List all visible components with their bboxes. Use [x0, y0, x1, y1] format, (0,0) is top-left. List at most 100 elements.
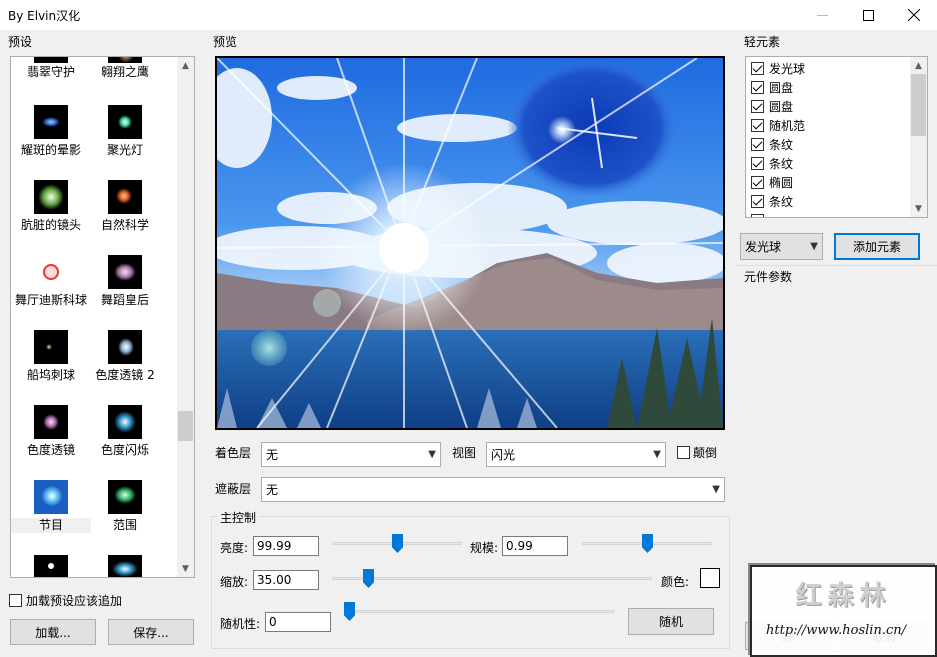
preset-scrollbar[interactable]: ▲ ▼	[177, 57, 194, 577]
save-button[interactable]: 保存...	[108, 619, 194, 645]
preset-item[interactable]: 范围	[85, 480, 165, 533]
presets-label: 预设	[8, 35, 33, 49]
element-checkbox[interactable]	[751, 119, 764, 132]
watermark-url: http://www.hoslin.cn/	[766, 623, 906, 638]
load-button[interactable]: 加载...	[10, 619, 96, 645]
element-checkbox[interactable]	[751, 138, 764, 151]
preset-item[interactable]: 色度透镜 2	[85, 330, 165, 383]
slider-track	[332, 577, 652, 580]
mask-layer-label: 遮蔽层	[215, 482, 252, 496]
element-item[interactable]: 条纹	[751, 135, 793, 154]
element-checkbox[interactable]	[751, 157, 764, 170]
append-checkbox-label: 加载预设应该追加	[26, 594, 123, 608]
scroll-thumb[interactable]	[178, 411, 193, 441]
random-input[interactable]: 0	[265, 612, 331, 632]
scroll-thumb[interactable]	[911, 74, 926, 136]
preset-thumbnail	[34, 330, 68, 364]
maximize-button[interactable]	[845, 0, 891, 30]
view-select[interactable]: 闪光 ▼	[486, 442, 666, 467]
elements-label: 轻元素	[744, 35, 781, 49]
scroll-down-icon[interactable]: ▼	[177, 560, 194, 577]
mask-layer-select[interactable]: 无 ▼	[261, 477, 725, 502]
preset-item[interactable]: 舞厅迪斯科球	[11, 255, 91, 308]
preset-thumbnail	[34, 255, 68, 289]
element-item[interactable]: 圆盘	[751, 97, 793, 116]
preset-thumbnail	[108, 480, 142, 514]
preset-item-selected[interactable]: 节目	[11, 480, 91, 533]
preset-label: 船坞刺球	[26, 368, 75, 382]
element-checkbox[interactable]	[751, 62, 764, 75]
chevron-down-icon: ▼	[653, 449, 661, 460]
scroll-up-icon[interactable]: ▲	[177, 57, 194, 74]
preset-item[interactable]: 色度透镜	[11, 405, 91, 458]
element-checkbox[interactable]	[751, 100, 764, 113]
close-button[interactable]	[891, 0, 937, 30]
element-list[interactable]: 发光球 圆盘 圆盘 随机范 条纹 条纹 椭圆 条纹 ▲ ▼	[745, 56, 928, 218]
preset-thumbnail	[108, 57, 142, 63]
element-item[interactable]: 椭圆	[751, 173, 793, 192]
preset-item[interactable]	[11, 555, 91, 577]
brightness-label: 亮度:	[220, 541, 249, 555]
color-layer-select[interactable]: 无 ▼	[261, 442, 441, 467]
preset-thumbnail	[108, 180, 142, 214]
preset-label: 肮脏的镜头	[20, 218, 81, 232]
append-checkbox-box[interactable]	[9, 594, 22, 607]
add-element-button[interactable]: 添加元素	[834, 233, 920, 260]
element-label: 条纹	[769, 195, 794, 209]
color-layer-value: 无	[266, 448, 279, 462]
minimize-button[interactable]	[799, 0, 845, 30]
scale-input[interactable]: 0.99	[502, 536, 568, 556]
brightness-slider[interactable]	[332, 534, 462, 553]
preset-item[interactable]: 舞蹈皇后	[85, 255, 165, 308]
invert-label: 颠倒	[693, 446, 718, 460]
element-scrollbar[interactable]: ▲ ▼	[910, 57, 927, 217]
random-label: 随机性:	[220, 617, 261, 631]
preset-thumbnail	[108, 255, 142, 289]
element-item[interactable]: 发光球	[751, 59, 805, 78]
brightness-input[interactable]: 99.99	[253, 536, 319, 556]
element-checkbox[interactable]	[751, 214, 764, 217]
zoom-slider[interactable]	[332, 569, 652, 588]
element-item[interactable]: 条纹	[751, 192, 793, 211]
watermark-title: 红森林	[795, 581, 892, 611]
preset-item[interactable]: 聚光灯	[85, 105, 165, 158]
preset-item[interactable]: 耀斑的晕影	[11, 105, 91, 158]
preset-list[interactable]: 翡翠守护 翱翔之鹰 耀斑的晕影 聚光灯 肮脏的镜头 自然科学 舞厅迪斯科球 舞蹈…	[10, 56, 195, 578]
invert-checkbox-box[interactable]	[677, 446, 690, 459]
element-params-label: 元件参数	[744, 270, 793, 284]
preset-thumbnail	[108, 330, 142, 364]
element-label: 条纹	[769, 138, 794, 152]
preset-item[interactable]: 船坞刺球	[11, 330, 91, 383]
preset-item[interactable]: 自然科学	[85, 180, 165, 233]
preset-thumbnail	[108, 405, 142, 439]
preset-item[interactable]: 肮脏的镜头	[11, 180, 91, 233]
element-item[interactable]	[751, 211, 769, 217]
random-button[interactable]: 随机	[628, 608, 714, 635]
view-value: 闪光	[491, 448, 516, 462]
element-item[interactable]: 圆盘	[751, 78, 793, 97]
zoom-input[interactable]: 35.00	[253, 570, 319, 590]
random-slider[interactable]	[344, 602, 614, 621]
scroll-up-icon[interactable]: ▲	[910, 57, 927, 74]
preset-label: 范围	[112, 518, 137, 532]
preset-item[interactable]: 翡翠守护	[11, 57, 91, 80]
preset-item[interactable]: 色度闪烁	[85, 405, 165, 458]
scale-slider[interactable]	[582, 534, 712, 553]
element-item[interactable]: 条纹	[751, 154, 793, 173]
mask-layer-value: 无	[266, 483, 279, 497]
append-preset-checkbox[interactable]: 加载预设应该追加	[9, 592, 122, 609]
element-type-select[interactable]: 发光球 ▼	[740, 233, 823, 260]
preset-item[interactable]: 翱翔之鹰	[85, 57, 165, 80]
scroll-down-icon[interactable]: ▼	[910, 200, 927, 217]
preset-label: 色度透镜 2	[95, 368, 155, 382]
preset-label: 节目	[11, 518, 91, 533]
invert-checkbox[interactable]: 颠倒	[677, 444, 717, 461]
preset-item[interactable]	[85, 555, 165, 577]
color-swatch[interactable]	[700, 568, 720, 588]
element-checkbox[interactable]	[751, 195, 764, 208]
element-checkbox[interactable]	[751, 176, 764, 189]
element-item[interactable]: 随机范	[751, 116, 805, 135]
chevron-down-icon: ▼	[428, 449, 436, 460]
title-bar: By Elvin汉化	[0, 0, 937, 30]
element-checkbox[interactable]	[751, 81, 764, 94]
